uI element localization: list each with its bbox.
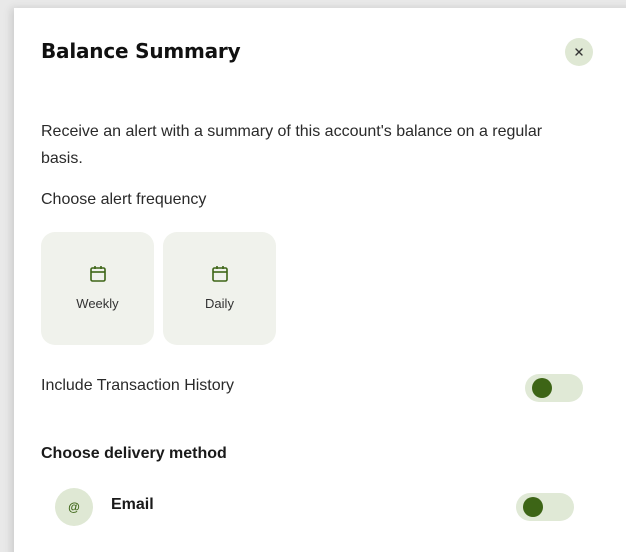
frequency-option-label: Weekly	[76, 296, 119, 311]
transaction-history-label: Include Transaction History	[41, 377, 234, 394]
frequency-option-daily[interactable]: Daily	[163, 232, 276, 345]
frequency-option-weekly[interactable]: Weekly	[41, 232, 154, 345]
frequency-option-label: Daily	[205, 296, 234, 311]
email-toggle[interactable]	[516, 493, 574, 521]
toggle-knob	[523, 497, 543, 517]
delivery-method-label: Choose delivery method	[41, 445, 227, 462]
close-button[interactable]	[565, 38, 593, 66]
calendar-icon	[89, 266, 106, 282]
calendar-icon	[211, 266, 228, 282]
balance-summary-dialog: Balance Summary Receive an alert with a …	[14, 8, 626, 552]
email-method-label: Email	[111, 496, 154, 513]
transaction-history-toggle[interactable]	[525, 374, 583, 402]
dialog-description: Receive an alert with a summary of this …	[41, 123, 543, 167]
frequency-label: Choose alert frequency	[41, 191, 207, 208]
close-icon	[575, 48, 583, 56]
toggle-knob	[532, 378, 552, 398]
at-sign-icon: @	[55, 488, 93, 526]
dialog-title: Balance Summary	[41, 39, 241, 63]
